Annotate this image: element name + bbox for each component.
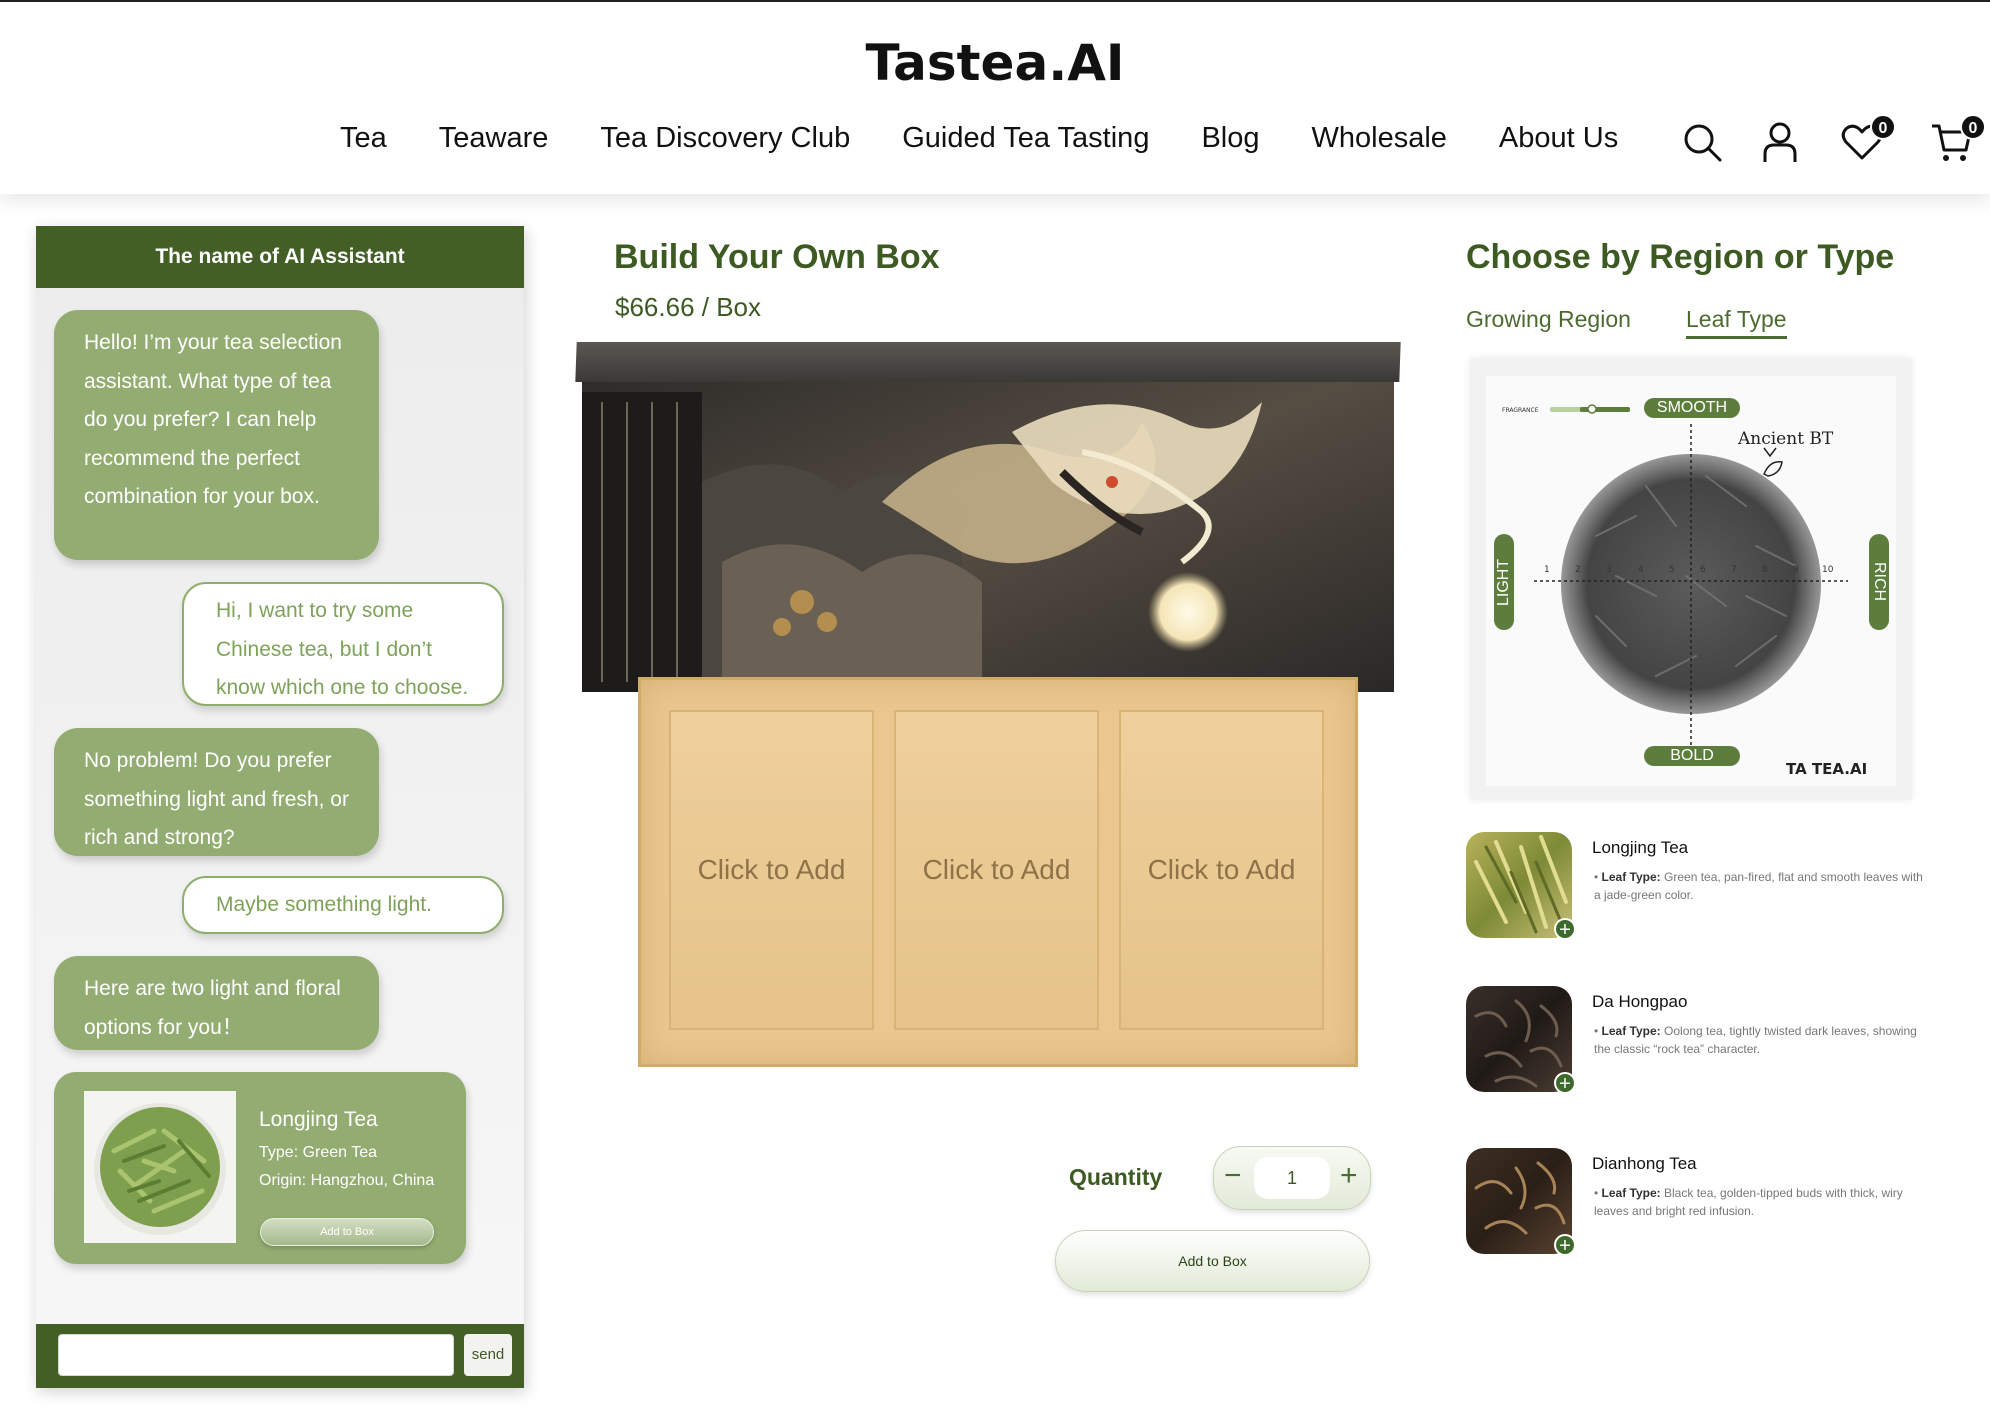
nav-blog[interactable]: Blog — [1201, 122, 1259, 155]
box-slot-3[interactable]: Click to Add — [1119, 710, 1324, 1030]
nav-guided-tea-tasting[interactable]: Guided Tea Tasting — [902, 122, 1149, 155]
quantity-input[interactable]: 1 — [1254, 1157, 1330, 1199]
account-icon[interactable] — [1758, 120, 1802, 164]
leaf-type-label: Leaf Type: — [1601, 1186, 1661, 1200]
chat-title: The name of AI Assistant — [36, 226, 524, 288]
tea-name: Da Hongpao — [1592, 992, 1688, 1011]
flavor-radar-card: 1 2 3 4 5 6 7 8 9 10 Ancient BT FRAGRANC… — [1470, 358, 1912, 800]
wishlist-count-badge: 0 — [1870, 114, 1896, 140]
brand-logo[interactable]: Tastea.AI — [0, 34, 1990, 92]
chat-input-bar: send — [36, 1324, 524, 1388]
card-tea-origin: Origin: Hangzhou, China — [259, 1172, 435, 1189]
add-longjing-icon[interactable]: + — [1554, 918, 1576, 941]
builder-price: $66.66 / Box — [615, 292, 761, 322]
flavor-radar-chart: 1 2 3 4 5 6 7 8 9 10 Ancient BT FRAGRANC… — [1486, 376, 1896, 786]
nav-wholesale[interactable]: Wholesale — [1312, 122, 1447, 155]
plus-icon[interactable]: + — [1340, 1161, 1358, 1191]
chat-message-input[interactable] — [58, 1334, 454, 1376]
tab-leaf-type[interactable]: Leaf Type — [1686, 306, 1787, 339]
ai-assistant-panel: The name of AI Assistant Hello! I’m your… — [36, 226, 524, 1388]
radar-label-right: RICH — [1869, 534, 1889, 630]
quantity-stepper: − 1 + — [1213, 1146, 1371, 1210]
radar-tick: 2 — [1575, 565, 1581, 575]
minus-icon[interactable]: − — [1224, 1161, 1242, 1191]
radar-label-top: SMOOTH — [1644, 398, 1740, 418]
card-tea-type: Type: Green Tea — [259, 1144, 377, 1161]
card-add-to-box-button[interactable]: Add to Box — [260, 1218, 434, 1246]
tea-description: • Leaf Type: Green tea, pan-fired, flat … — [1594, 870, 1923, 902]
tab-growing-region[interactable]: Growing Region — [1466, 306, 1631, 333]
tea-recommendation-card: Longjing Tea Type: Green Tea Origin: Han… — [54, 1072, 466, 1264]
chat-message-user: Hi, I want to try some Chinese tea, but … — [182, 582, 504, 706]
card-tea-name: Longjing Tea — [259, 1108, 378, 1131]
radar-tick: 8 — [1762, 565, 1768, 575]
cart-icon[interactable]: 0 — [1930, 114, 1986, 164]
box-slot-2[interactable]: Click to Add — [894, 710, 1099, 1030]
longjing-tea-image — [84, 1091, 236, 1243]
box-tray: Click to Add Click to Add Click to Add — [638, 677, 1358, 1067]
chooser-title: Choose by Region or Type — [1466, 238, 1895, 276]
radar-label-left: LIGHT — [1494, 534, 1514, 630]
chat-message-ai: No problem! Do you prefer something ligh… — [54, 728, 379, 856]
radar-logo: TA TEA.AI — [1786, 760, 1867, 778]
gift-box-image: Click to Add Click to Add Click to Add — [575, 342, 1401, 1072]
chat-message-user: Maybe something light. — [182, 876, 504, 934]
radar-tea-name: Ancient BT — [1737, 429, 1834, 449]
nav-tea-discovery-club[interactable]: Tea Discovery Club — [600, 122, 850, 155]
add-dianhong-icon[interactable]: + — [1554, 1234, 1576, 1257]
wishlist-heart-icon[interactable]: 0 — [1840, 114, 1896, 164]
add-da-hongpao-icon[interactable]: + — [1554, 1072, 1576, 1095]
box-lid-edge — [575, 342, 1401, 382]
radar-tick: 4 — [1638, 565, 1644, 575]
radar-tick: 7 — [1731, 565, 1737, 575]
add-to-box-button[interactable]: Add to Box — [1055, 1230, 1370, 1292]
builder-title: Build Your Own Box — [614, 238, 940, 276]
quantity-label: Quantity — [1069, 1164, 1163, 1190]
fragrance-label: FRAGRANCE — [1502, 407, 1539, 414]
tea-description: • Leaf Type: Black tea, golden-tipped bu… — [1594, 1186, 1903, 1218]
nav-tea[interactable]: Tea — [340, 122, 387, 155]
tea-name: Longjing Tea — [1592, 838, 1689, 857]
nav-teaware[interactable]: Teaware — [439, 122, 549, 155]
radar-tick: 6 — [1700, 565, 1706, 575]
box-slot-1[interactable]: Click to Add — [669, 710, 874, 1030]
chat-message-ai: Here are two light and floral options fo… — [54, 956, 379, 1050]
site-header: Tastea.AI Tea Teaware Tea Discovery Club… — [0, 0, 1990, 194]
box-lid-artwork — [582, 362, 1394, 692]
main-nav: Tea Teaware Tea Discovery Club Guided Te… — [340, 122, 1618, 155]
radar-tick: 5 — [1669, 565, 1675, 575]
send-button[interactable]: send — [464, 1334, 512, 1376]
radar-tick: 10 — [1822, 565, 1834, 575]
search-icon[interactable] — [1680, 120, 1724, 164]
nav-about-us[interactable]: About Us — [1499, 122, 1618, 155]
cart-count-badge: 0 — [1960, 114, 1986, 140]
leaf-type-label: Leaf Type: — [1601, 870, 1661, 884]
radar-tick: 1 — [1544, 565, 1550, 575]
page: Tastea.AI Tea Teaware Tea Discovery Club… — [0, 0, 1990, 1418]
radar-label-bottom: BOLD — [1644, 746, 1740, 766]
header-icons: 0 0 — [1680, 114, 1986, 164]
radar-tick: 3 — [1606, 565, 1612, 575]
radar-tick: 9 — [1793, 565, 1799, 575]
tea-name: Dianhong Tea — [1592, 1154, 1697, 1173]
tea-description: • Leaf Type: Oolong tea, tightly twisted… — [1594, 1024, 1917, 1056]
leaf-type-label: Leaf Type: — [1601, 1024, 1661, 1038]
chat-message-ai: Hello! I’m your tea selection assistant.… — [54, 310, 379, 560]
